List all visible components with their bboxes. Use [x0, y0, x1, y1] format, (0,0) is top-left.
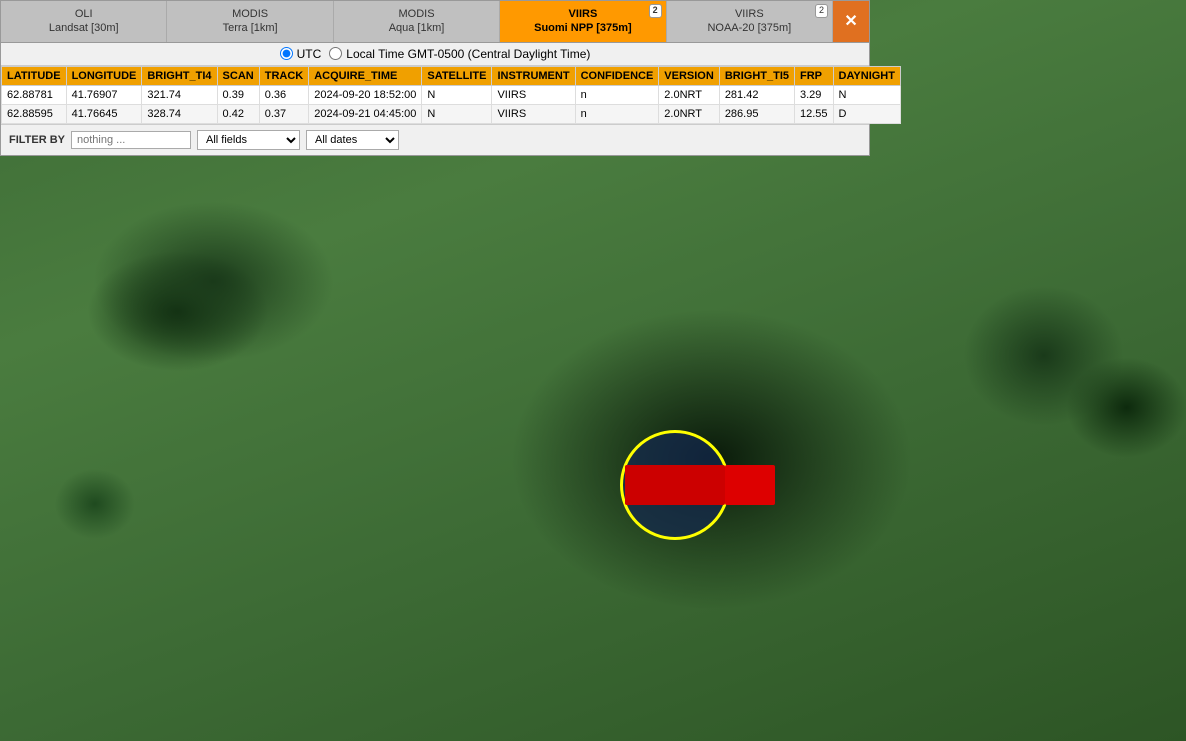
tab-viirs-npp-badge: 2 [649, 4, 662, 18]
filter-input[interactable] [71, 131, 191, 149]
col-version: VERSION [659, 66, 720, 85]
cell-frp: 3.29 [795, 85, 834, 104]
table-row[interactable]: 62.8859541.76645328.740.420.372024-09-21… [2, 104, 901, 123]
tab-oli-line1: OLI [9, 7, 158, 21]
tab-viirs-noaa-line2: NOAA-20 [375m] [675, 21, 824, 35]
col-instrument: INSTRUMENT [492, 66, 575, 85]
cell-bright_ti4: 328.74 [142, 104, 217, 123]
cell-acquire_time: 2024-09-21 04:45:00 [309, 104, 422, 123]
utc-radio[interactable] [280, 47, 293, 60]
cell-track: 0.36 [259, 85, 309, 104]
tab-modis-aqua-line2: Aqua [1km] [342, 21, 491, 35]
cell-bright_ti5: 281.42 [719, 85, 794, 104]
cell-satellite: N [422, 104, 492, 123]
tab-modis-terra[interactable]: MODIS Terra [1km] [167, 1, 333, 42]
tab-modis-aqua[interactable]: MODIS Aqua [1km] [334, 1, 500, 42]
tab-viirs-noaa[interactable]: 2 VIIRS NOAA-20 [375m] [667, 1, 833, 42]
local-radio-group: Local Time GMT-0500 (Central Daylight Ti… [329, 47, 590, 61]
cell-longitude: 41.76907 [66, 85, 142, 104]
utc-label[interactable]: UTC [297, 47, 322, 61]
cell-satellite: N [422, 85, 492, 104]
cell-scan: 0.42 [217, 104, 259, 123]
utc-radio-group: UTC [280, 47, 322, 61]
cell-longitude: 41.76645 [66, 104, 142, 123]
col-latitude: LATITUDE [2, 66, 67, 85]
col-track: TRACK [259, 66, 309, 85]
cell-bright_ti4: 321.74 [142, 85, 217, 104]
cell-bright_ti5: 286.95 [719, 104, 794, 123]
close-panel-button[interactable]: ✕ [833, 1, 869, 42]
local-time-radio[interactable] [329, 47, 342, 60]
local-time-label[interactable]: Local Time GMT-0500 (Central Daylight Ti… [346, 47, 590, 61]
fire-marker [620, 430, 730, 540]
cell-instrument: VIIRS [492, 85, 575, 104]
cell-version: 2.0NRT [659, 85, 720, 104]
tab-viirs-npp-line2: Suomi NPP [375m] [508, 21, 657, 35]
tab-modis-terra-line2: Terra [1km] [175, 21, 324, 35]
col-confidence: CONFIDENCE [575, 66, 659, 85]
col-bright-ti4: BRIGHT_TI4 [142, 66, 217, 85]
tab-viirs-npp[interactable]: 2 VIIRS Suomi NPP [375m] [500, 1, 666, 42]
col-bright-ti5: BRIGHT_TI5 [719, 66, 794, 85]
col-scan: SCAN [217, 66, 259, 85]
data-panel: OLI Landsat [30m] MODIS Terra [1km] MODI… [0, 0, 870, 156]
col-satellite: SATELLITE [422, 66, 492, 85]
cell-scan: 0.39 [217, 85, 259, 104]
tab-viirs-noaa-badge: 2 [815, 4, 828, 18]
filter-fields-select[interactable]: All fields LATITUDE LONGITUDE CONFIDENCE… [197, 130, 300, 150]
col-longitude: LONGITUDE [66, 66, 142, 85]
col-frp: FRP [795, 66, 834, 85]
filter-label: FILTER BY [9, 134, 65, 146]
tab-oli[interactable]: OLI Landsat [30m] [1, 1, 167, 42]
tabs-row: OLI Landsat [30m] MODIS Terra [1km] MODI… [1, 1, 869, 43]
cell-confidence: n [575, 104, 659, 123]
filter-dates-select[interactable]: All dates Today Last 7 days Last 30 days [306, 130, 399, 150]
table-row[interactable]: 62.8878141.76907321.740.390.362024-09-20… [2, 85, 901, 104]
cell-version: 2.0NRT [659, 104, 720, 123]
tab-oli-line2: Landsat [30m] [9, 21, 158, 35]
fire-rect-main [625, 465, 725, 505]
cell-latitude: 62.88595 [2, 104, 67, 123]
fire-rect-ext [725, 465, 775, 505]
col-acquire-time: ACQUIRE_TIME [309, 66, 422, 85]
cell-daynight: D [833, 104, 900, 123]
tab-viirs-noaa-line1: VIIRS [675, 7, 824, 21]
table-header-row: LATITUDE LONGITUDE BRIGHT_TI4 SCAN TRACK… [2, 66, 901, 85]
filter-row: FILTER BY All fields LATITUDE LONGITUDE … [1, 124, 869, 155]
cell-acquire_time: 2024-09-20 18:52:00 [309, 85, 422, 104]
cell-track: 0.37 [259, 104, 309, 123]
col-daynight: DAYNIGHT [833, 66, 900, 85]
cell-latitude: 62.88781 [2, 85, 67, 104]
tab-modis-terra-line1: MODIS [175, 7, 324, 21]
cell-frp: 12.55 [795, 104, 834, 123]
cell-instrument: VIIRS [492, 104, 575, 123]
timezone-row: UTC Local Time GMT-0500 (Central Dayligh… [1, 43, 869, 66]
tab-viirs-npp-line1: VIIRS [508, 7, 657, 21]
cell-daynight: N [833, 85, 900, 104]
data-table: LATITUDE LONGITUDE BRIGHT_TI4 SCAN TRACK… [1, 66, 901, 124]
cell-confidence: n [575, 85, 659, 104]
tab-modis-aqua-line1: MODIS [342, 7, 491, 21]
